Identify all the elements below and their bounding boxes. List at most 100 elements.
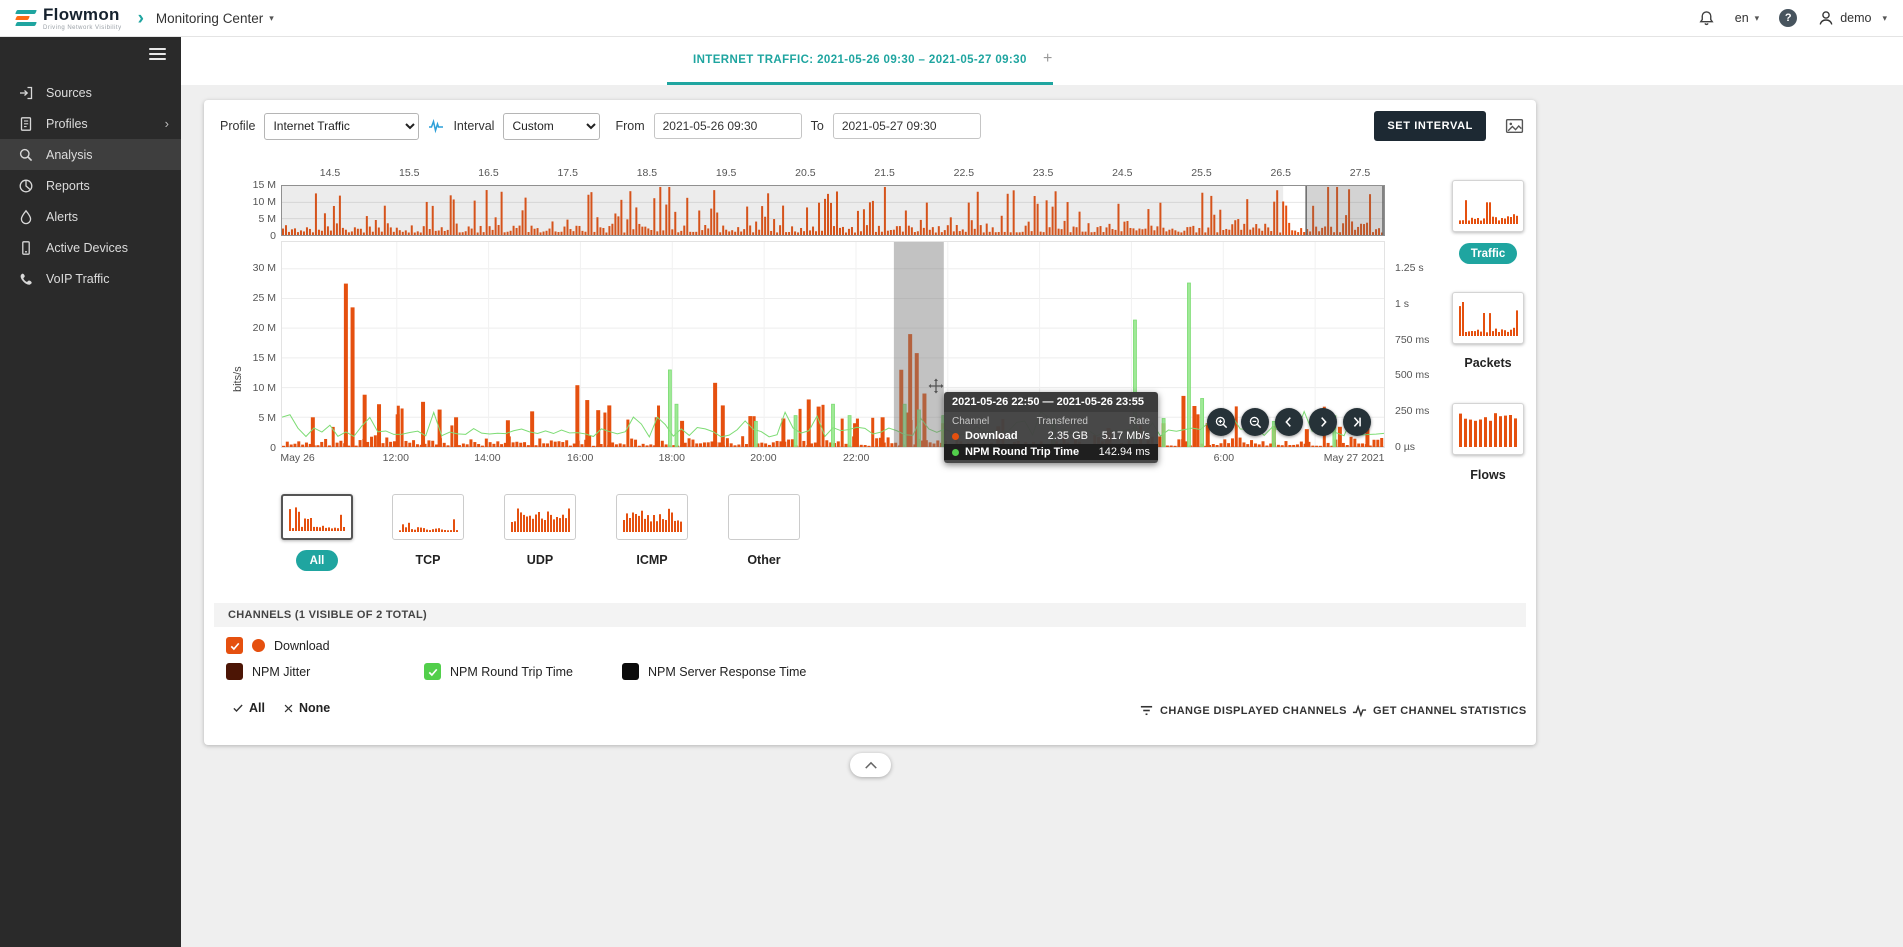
chevron-down-icon: ▾ xyxy=(1755,13,1760,24)
interval-select[interactable]: Custom xyxy=(503,113,600,140)
collapse-panel-button[interactable] xyxy=(850,753,891,777)
top-bar: Flowmon Driving Network Visibility › Mon… xyxy=(0,0,1903,37)
change-displayed-channels-button[interactable]: CHANGE DISPLAYED CHANNELS xyxy=(1139,703,1347,718)
view-traffic-thumbnail[interactable] xyxy=(1452,180,1524,232)
chevron-down-icon: ▾ xyxy=(269,13,274,24)
pan-right-button[interactable] xyxy=(1309,408,1337,436)
protocol-icmp-thumbnail[interactable] xyxy=(616,494,688,540)
axis-tick: 750 ms xyxy=(1395,334,1429,346)
sidebar-item-voip-traffic[interactable]: VoIP Traffic xyxy=(0,263,181,294)
zoom-in-button[interactable] xyxy=(1207,408,1235,436)
axis-tick: 12:00 xyxy=(383,452,409,464)
flowmon-logo[interactable]: Flowmon Driving Network Visibility xyxy=(16,6,122,31)
analysis-search-icon xyxy=(18,147,34,163)
profiles-icon xyxy=(18,116,34,132)
select-no-channels[interactable]: None xyxy=(283,701,330,715)
protocol-icmp-label[interactable]: ICMP xyxy=(616,553,688,567)
download-color-swatch xyxy=(252,639,265,652)
new-tab-button[interactable]: + xyxy=(1043,50,1052,68)
protocol-tcp-label[interactable]: TCP xyxy=(392,553,464,567)
flowmon-logo-icon xyxy=(16,10,36,26)
protocol-udp-label[interactable]: UDP xyxy=(504,553,576,567)
axis-tick: 0 xyxy=(270,230,276,242)
sidebar-label: Analysis xyxy=(46,148,93,162)
brand-name: Flowmon xyxy=(43,6,122,23)
sidebar-label: Profiles xyxy=(46,117,88,131)
x-icon xyxy=(283,703,294,714)
help-icon[interactable]: ? xyxy=(1779,9,1797,27)
chevron-up-icon xyxy=(864,761,878,770)
mobile-device-icon xyxy=(18,240,34,256)
view-flows-thumbnail[interactable] xyxy=(1452,403,1524,455)
channel-label: Download xyxy=(274,639,330,653)
protocol-other-label[interactable]: Other xyxy=(728,553,800,567)
channel-npm-round-trip-time: NPM Round Trip Time xyxy=(424,663,573,680)
axis-tick: 0 xyxy=(270,442,276,454)
sidebar-label: VoIP Traffic xyxy=(46,272,109,286)
axis-tick: 6:00 xyxy=(1214,452,1234,464)
jump-to-end-button[interactable] xyxy=(1343,408,1371,436)
overview-range-selector[interactable] xyxy=(281,185,1385,236)
npm-jitter-checkbox[interactable] xyxy=(226,663,243,680)
axis-tick: 10 M xyxy=(253,382,276,394)
view-flows-label: Flows xyxy=(1452,468,1524,482)
get-channel-statistics-button[interactable]: GET CHANNEL STATISTICS xyxy=(1352,703,1527,718)
channels-header: CHANNELS (1 VISIBLE OF 2 TOTAL) xyxy=(214,603,1526,627)
y-axis-unit-label: bits/s xyxy=(232,366,244,392)
profile-select[interactable]: Internet Traffic xyxy=(264,113,419,140)
tooltip-row-download: Download 2.35 GB 5.17 Mb/s xyxy=(944,428,1158,444)
sidebar-item-analysis[interactable]: Analysis xyxy=(0,139,181,170)
interval-label: Interval xyxy=(453,119,494,133)
app-switcher[interactable]: Monitoring Center ▾ xyxy=(156,11,274,26)
statistics-icon xyxy=(1352,703,1367,718)
to-input[interactable] xyxy=(833,113,981,139)
sidebar-item-alerts[interactable]: Alerts xyxy=(0,201,181,232)
sidebar-item-profiles[interactable]: Profiles › xyxy=(0,108,181,139)
protocol-udp-thumbnail[interactable] xyxy=(504,494,576,540)
from-input[interactable] xyxy=(654,113,802,139)
notifications-bell-icon[interactable] xyxy=(1698,10,1715,27)
axis-tick: 5 M xyxy=(258,412,276,424)
pan-left-button[interactable] xyxy=(1275,408,1303,436)
axis-tick: 5 M xyxy=(258,213,276,225)
alerts-drop-icon xyxy=(18,209,34,225)
set-interval-button[interactable]: SET INTERVAL xyxy=(1374,111,1486,141)
axis-tick: 1 s xyxy=(1395,298,1409,310)
axis-tick: 15 M xyxy=(253,179,276,191)
channel-select-row: All None xyxy=(232,701,330,715)
axis-tick: 16.5 xyxy=(478,167,498,179)
sidebar-item-sources[interactable]: Sources xyxy=(0,77,181,108)
sidebar-label: Active Devices xyxy=(46,241,128,255)
download-checkbox[interactable] xyxy=(226,637,243,654)
user-menu[interactable]: demo ▾ xyxy=(1817,9,1887,27)
axis-tick: 250 ms xyxy=(1395,405,1429,417)
channel-label: NPM Round Trip Time xyxy=(450,665,573,679)
reports-icon xyxy=(18,178,34,194)
view-traffic-button[interactable]: Traffic xyxy=(1459,243,1517,264)
axis-tick: 21.5 xyxy=(874,167,894,179)
axis-tick: 25.5 xyxy=(1191,167,1211,179)
npm-rtt-checkbox[interactable] xyxy=(424,663,441,680)
tab-internet-traffic[interactable]: INTERNET TRAFFIC: 2021-05-26 09:30 – 202… xyxy=(667,37,1053,85)
sidebar-item-reports[interactable]: Reports xyxy=(0,170,181,201)
npm-server-response-checkbox[interactable] xyxy=(622,663,639,680)
protocol-other-thumbnail[interactable] xyxy=(728,494,800,540)
phone-handset-icon xyxy=(18,271,34,287)
sidebar-item-active-devices[interactable]: Active Devices xyxy=(0,232,181,263)
export-chart-icon[interactable] xyxy=(1505,117,1524,136)
language-selector[interactable]: en ▾ xyxy=(1735,11,1759,25)
view-packets-thumbnail[interactable] xyxy=(1452,292,1524,344)
select-all-channels[interactable]: All xyxy=(232,701,265,715)
protocol-tcp-thumbnail[interactable] xyxy=(392,494,464,540)
zoom-out-button[interactable] xyxy=(1241,408,1269,436)
breadcrumb-chevron-icon: › xyxy=(138,9,144,28)
sidebar-collapse-button[interactable] xyxy=(0,37,181,71)
axis-tick: 22.5 xyxy=(954,167,974,179)
axis-tick: 0 µs xyxy=(1395,441,1415,453)
axis-tick: May 27 2021 xyxy=(1324,452,1385,464)
check-icon xyxy=(232,702,244,714)
interval-pulse-icon xyxy=(428,118,444,134)
channel-label: NPM Server Response Time xyxy=(648,665,806,679)
protocol-all-button[interactable]: All xyxy=(296,550,338,571)
protocol-all-thumbnail[interactable] xyxy=(281,494,353,540)
